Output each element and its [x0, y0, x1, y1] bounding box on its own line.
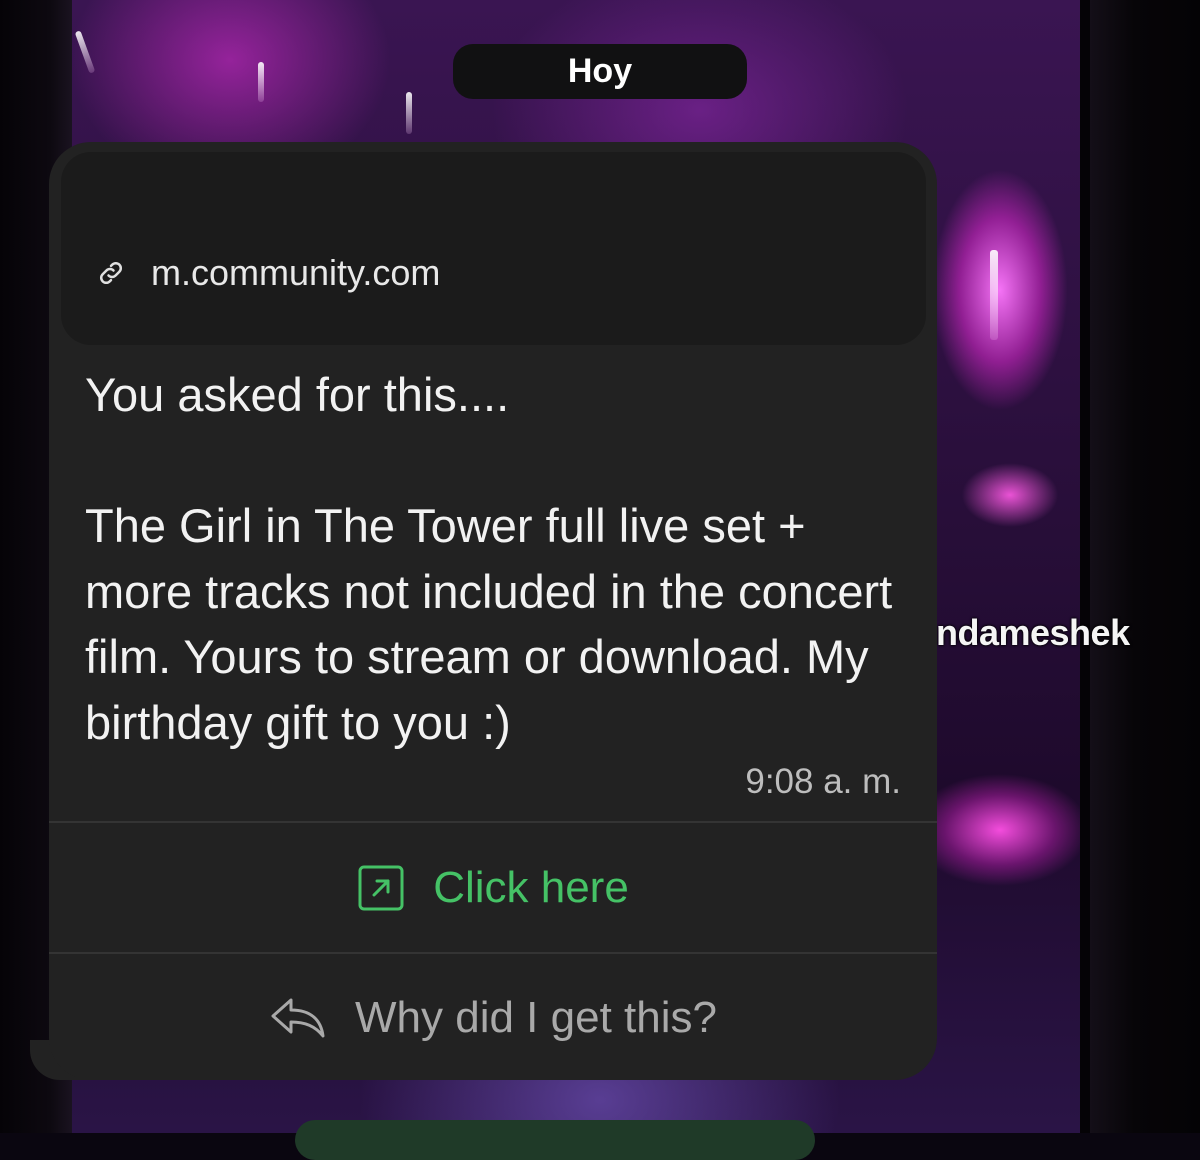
why-did-i-get-this-button[interactable]: Why did I get this?	[49, 955, 937, 1080]
overlay-username: ndameshek	[936, 612, 1130, 653]
divider	[49, 952, 937, 954]
film-strip-right	[1090, 0, 1200, 1133]
link-icon	[99, 261, 123, 285]
light-streak	[258, 62, 264, 102]
message-timestamp: 9:08 a. m.	[745, 762, 901, 801]
reply-arrow-icon	[271, 998, 325, 1037]
light-streak	[74, 30, 96, 74]
click-here-label: Click here	[433, 862, 629, 912]
message-bubble[interactable]: m.community.com You asked for this.... T…	[49, 142, 937, 1080]
link-preview[interactable]: m.community.com	[61, 152, 926, 345]
light-streak	[990, 250, 998, 340]
why-label: Why did I get this?	[355, 992, 717, 1042]
message-text: You asked for this.... The Girl in The T…	[85, 368, 893, 749]
click-here-button[interactable]: Click here	[49, 823, 937, 952]
link-domain: m.community.com	[151, 252, 441, 293]
date-separator: Hoy	[453, 44, 747, 99]
light-streak	[406, 92, 412, 134]
next-message-bubble	[295, 1120, 815, 1160]
external-link-icon	[358, 865, 404, 910]
